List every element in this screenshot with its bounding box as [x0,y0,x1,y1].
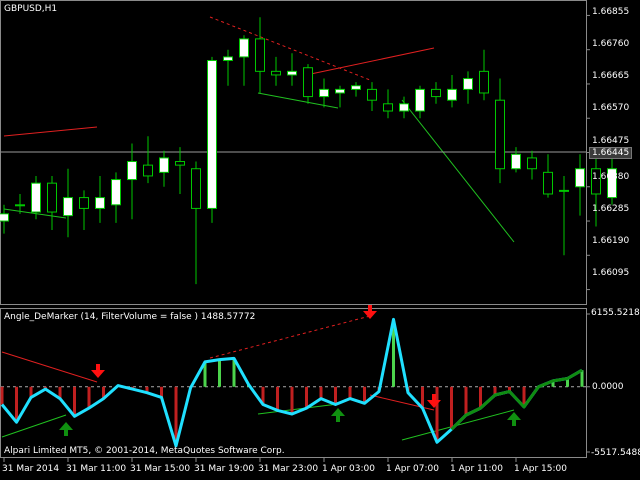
symbol-label: GBPUSD,H1 [4,4,58,14]
time-label: 31 Mar 2014 [2,464,60,474]
candle-bull [559,189,569,192]
indicator-bar-negative [479,386,482,409]
price-level: 1.66285 [592,204,630,214]
candle-bear [303,67,313,98]
time-axis [3,458,517,462]
candle-bear [143,164,153,177]
indicator-level-bottom: -5517.54883 [591,448,640,458]
up-arrow-icon [507,412,521,426]
indicator-bar-negative [15,386,18,423]
up-arrow-icon [59,422,73,436]
indicator-bar-positive [580,370,584,387]
price-level: 1.66190 [592,236,630,246]
indicator-label: Angle_DeMarker (14, FilterVolume = false… [4,312,256,322]
candle-bull [207,60,217,209]
time-label: 1 Apr 07:00 [386,464,439,474]
candle-bear [79,197,89,209]
candle-bear [543,171,553,195]
chart-canvas[interactable] [0,0,640,480]
indicator-level-top: 6155.52186 [591,308,640,318]
candle-bull [351,85,361,90]
candle-bull [95,197,105,209]
price-level: 1.66570 [592,103,630,113]
candle-bear [431,88,441,98]
broker-notice: Alpari Limited MT5, © 2001-2014, MetaQuo… [4,446,285,456]
candle-bear [367,88,377,101]
time-label: 31 Mar 19:00 [194,464,255,474]
candle-bull [575,168,585,188]
ind-trend-red-dashed [209,315,371,359]
candle-bull [127,161,137,181]
candle-bull [239,38,249,58]
indicator-axis [587,313,590,453]
indicator-bar-negative [305,386,308,409]
candle-bull [511,153,521,170]
indicator-bar-negative [73,386,76,417]
candle-bear [479,70,489,94]
down-arrow-icon [363,305,377,319]
indicator-bars [0,319,584,446]
price-level: 1.66380 [592,172,630,182]
indicator-bar-negative [348,386,352,399]
time-label: 31 Mar 15:00 [130,464,191,474]
ind-trend-red-left [1,351,98,383]
candle-bear [495,99,505,170]
terminal-window: GBPUSD,H1 1.66855 1.66760 1.66665 1.6657… [0,0,640,480]
time-label: 1 Apr 15:00 [514,464,567,474]
price-level: 1.66665 [592,71,630,81]
candle-bear [47,182,57,213]
indicator-level-zero: 0.0000 [592,382,624,392]
indicator-bar-negative [290,386,294,414]
price-level: 1.66760 [592,39,630,49]
indicator-bar-negative [0,386,4,405]
candle-bull [319,88,329,98]
candle-bull [0,213,9,222]
candle-bull [287,70,297,76]
candle-bull [463,78,473,90]
trendline-red-left [3,126,98,137]
candle-bull [111,179,121,206]
down-arrow-icon [427,394,441,408]
indicator-frame [0,308,587,458]
candle-bear [175,161,185,166]
candle-bull [335,88,345,94]
ind-trend-red-right [369,394,435,411]
time-label: 31 Mar 23:00 [258,464,319,474]
candle-bull [31,182,41,213]
price-level: 1.66855 [592,7,630,17]
candle-bull [447,88,457,101]
indicator-line [0,317,583,448]
time-label: 1 Apr 11:00 [450,464,503,474]
candle-bull [159,157,169,173]
candle-bull [223,56,233,62]
indicator-line-bullish-segment [450,368,583,431]
time-label: 1 Apr 03:00 [322,464,375,474]
price-level: 1.66095 [592,268,630,278]
candle-bear [271,70,281,76]
candle-bear [527,157,537,170]
candle-bear [255,38,265,72]
candle-bull [415,88,425,112]
trendline-red-dashed-main [209,16,371,81]
down-arrow-icon [91,364,105,378]
time-label: 31 Mar 11:00 [66,464,127,474]
indicator-bar-negative [276,386,279,411]
current-price-tag: 1.66445 [589,147,633,159]
candle-bull [15,204,25,207]
trendline-red-right [305,47,435,76]
indicator-bar-negative [450,386,453,430]
price-level: 1.66475 [592,136,630,146]
candle-bull [399,103,409,112]
candle-bear [191,168,201,209]
candle-bull [63,197,73,217]
indicator-bar-negative [87,386,91,409]
indicator-bar-negative [464,386,468,416]
indicator-bar-negative [319,386,323,399]
indicator-bar-negative [334,386,337,405]
candles-layer [0,17,617,285]
up-arrow-icon [331,408,345,422]
candle-bear [383,103,393,112]
indicator-bar-positive [218,359,221,387]
